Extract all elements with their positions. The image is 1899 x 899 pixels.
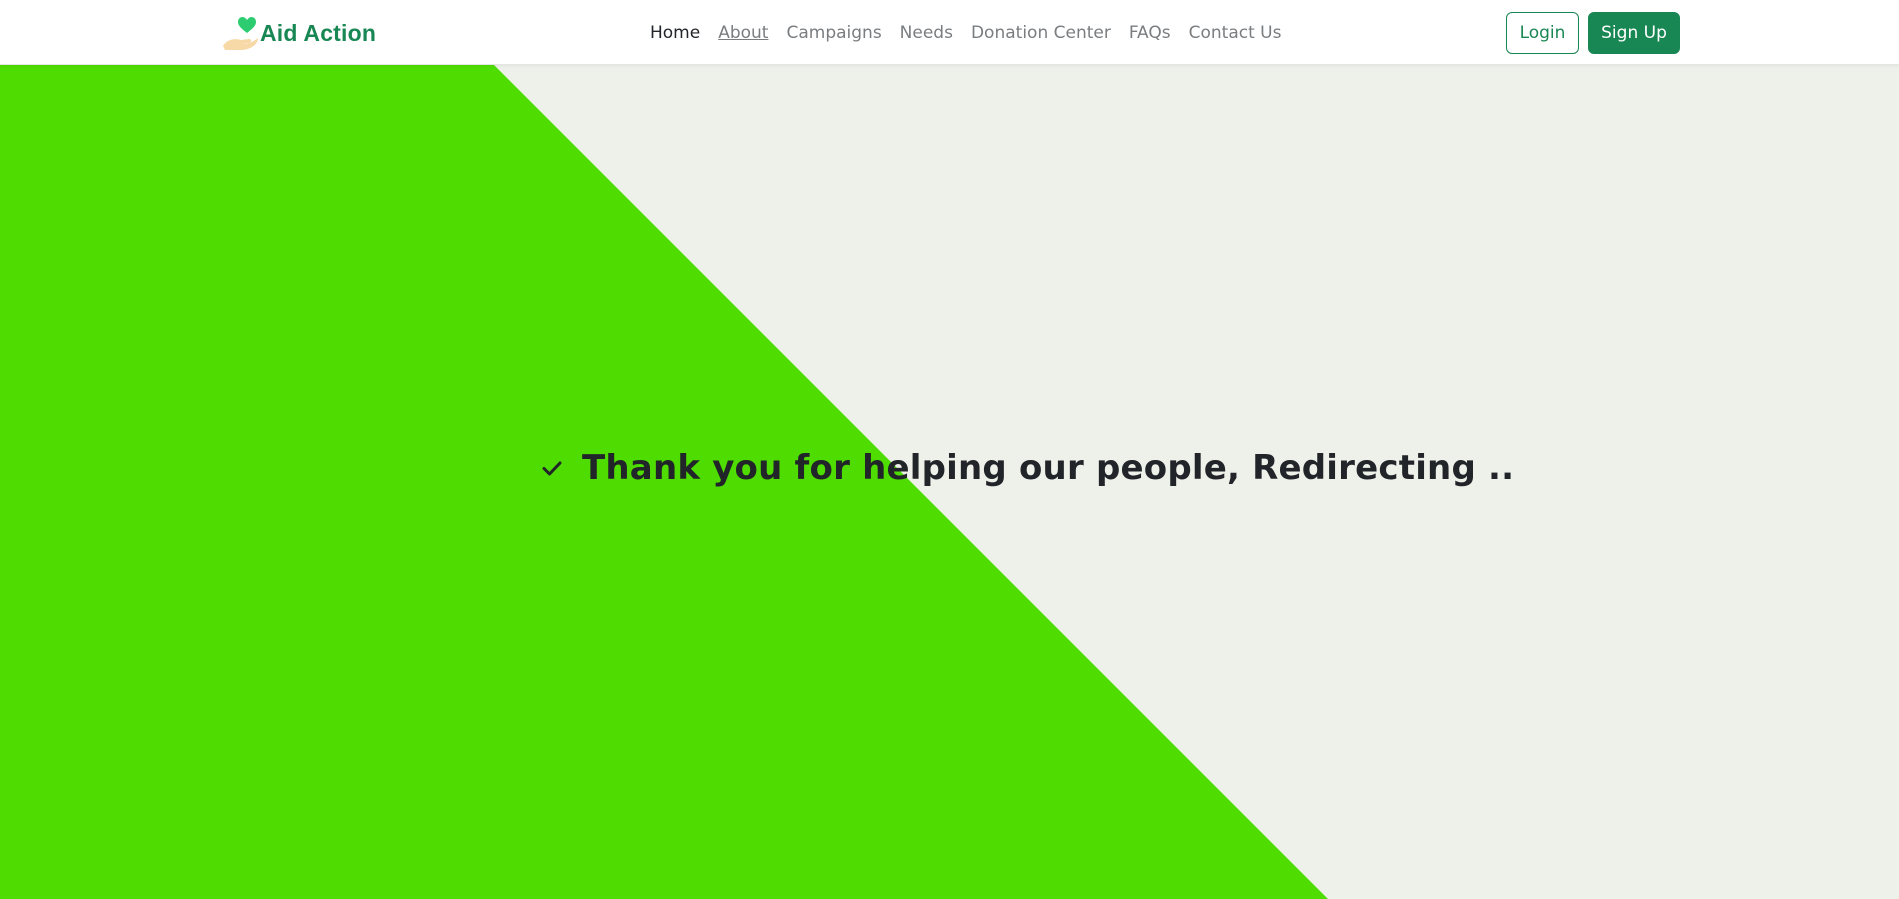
nav-needs[interactable]: Needs xyxy=(891,23,962,43)
nav-donation-center[interactable]: Donation Center xyxy=(962,23,1120,43)
nav-campaigns[interactable]: Campaigns xyxy=(777,23,890,43)
main-nav: Home About Campaigns Needs Donation Cent… xyxy=(641,20,1291,46)
brand-link[interactable]: Aid Action xyxy=(221,13,376,53)
heart-hand-icon xyxy=(221,13,259,53)
check-icon xyxy=(540,456,564,480)
top-navbar: Aid Action Home About Campaigns Needs Do… xyxy=(0,0,1899,65)
nav-home[interactable]: Home xyxy=(641,23,709,43)
nav-about[interactable]: About xyxy=(709,23,777,43)
login-button[interactable]: Login xyxy=(1506,12,1579,54)
redirect-message-text: Thank you for helping our people, Redire… xyxy=(582,448,1515,488)
thank-you-message: Thank you for helping our people, Redire… xyxy=(540,440,1514,496)
nav-faqs[interactable]: FAQs xyxy=(1120,23,1180,43)
signup-button[interactable]: Sign Up xyxy=(1588,12,1680,54)
brand-name: Aid Action xyxy=(260,19,377,46)
nav-contact-us[interactable]: Contact Us xyxy=(1180,23,1291,43)
